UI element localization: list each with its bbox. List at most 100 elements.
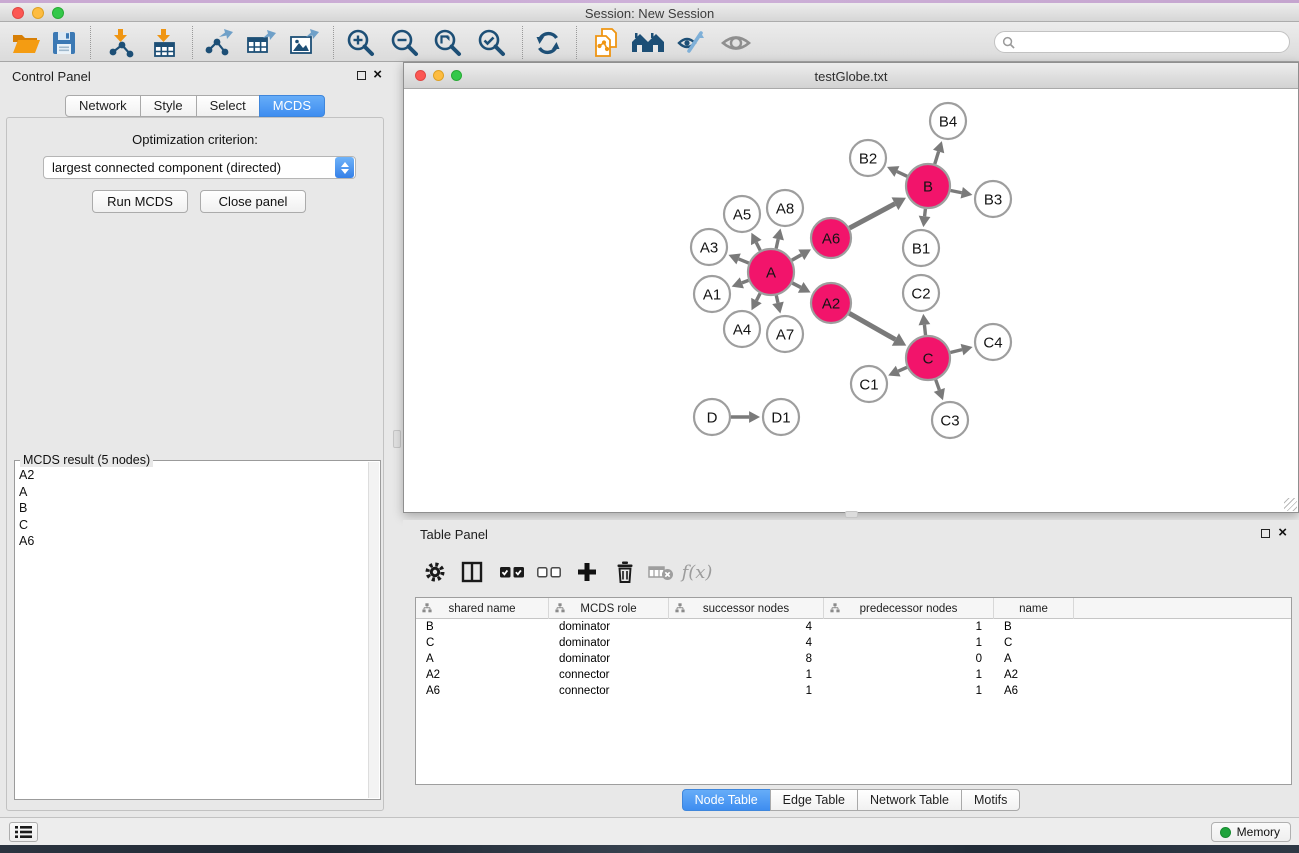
edge-C-C1[interactable] bbox=[898, 367, 907, 371]
result-item[interactable]: C bbox=[19, 517, 367, 534]
edge-A-A8[interactable] bbox=[776, 239, 778, 248]
show-all-panels-icon[interactable] bbox=[630, 27, 666, 59]
search-field[interactable] bbox=[994, 31, 1290, 53]
zoom-selected-icon[interactable] bbox=[474, 27, 510, 59]
select-all-checkboxes-icon[interactable] bbox=[496, 556, 528, 588]
edge-A-A2[interactable] bbox=[792, 283, 800, 287]
run-mcds-button[interactable]: Run MCDS bbox=[92, 190, 188, 213]
save-session-icon[interactable] bbox=[46, 27, 82, 59]
edge-C-C3[interactable] bbox=[936, 380, 940, 390]
cell-MCDS-role: dominator bbox=[549, 619, 669, 635]
edge-A2-C[interactable] bbox=[849, 313, 895, 339]
table-settings-gear-icon[interactable] bbox=[419, 556, 451, 588]
network-canvas[interactable]: B4B2BB3A5A8A6A3B1AA1C2A2A4A7C4CC1C3DD1 bbox=[404, 89, 1298, 512]
edge-A-A3[interactable] bbox=[739, 259, 749, 263]
edge-A-A4[interactable] bbox=[756, 293, 760, 300]
import-table-icon[interactable] bbox=[146, 27, 182, 59]
network-view-window: testGlobe.txt B4B2BB3A5A8A6A3B1AA1C2A2A4… bbox=[403, 62, 1299, 513]
memory-button[interactable]: Memory bbox=[1211, 822, 1291, 842]
edge-A-A1[interactable] bbox=[742, 280, 749, 282]
node-label-A1: A1 bbox=[703, 286, 721, 303]
table-row[interactable]: Adominator80A bbox=[416, 651, 1291, 667]
table-row[interactable]: A6connector11A6 bbox=[416, 683, 1291, 699]
column-header-name[interactable]: name bbox=[994, 598, 1074, 619]
tab-mcds[interactable]: MCDS bbox=[259, 95, 325, 117]
edge-C-C2[interactable] bbox=[924, 325, 925, 335]
result-item[interactable]: B bbox=[19, 500, 367, 517]
horizontal-splitter-grip[interactable] bbox=[845, 511, 858, 518]
edge-B-B3[interactable] bbox=[951, 191, 962, 193]
table-panel: Table Panel × bbox=[403, 520, 1299, 815]
result-item[interactable]: A2 bbox=[19, 467, 367, 484]
control-panel-tabs: NetworkStyleSelectMCDS bbox=[65, 95, 325, 117]
result-item[interactable]: A6 bbox=[19, 533, 367, 550]
cell-predecessor-nodes: 1 bbox=[824, 619, 994, 635]
criterion-dropdown-value: largest connected component (directed) bbox=[44, 160, 335, 175]
export-network-icon[interactable] bbox=[201, 27, 237, 59]
node-label-A2: A2 bbox=[822, 295, 840, 312]
tab-style[interactable]: Style bbox=[140, 95, 197, 117]
duplicate-network-icon[interactable] bbox=[588, 27, 624, 59]
mcds-result-list[interactable]: A2ABCA6 bbox=[19, 467, 367, 797]
open-session-icon[interactable] bbox=[8, 27, 44, 59]
edge-B-B2[interactable] bbox=[897, 171, 907, 176]
vertical-splitter-grip[interactable] bbox=[393, 430, 401, 448]
criterion-dropdown[interactable]: largest connected component (directed) bbox=[43, 156, 356, 179]
zoom-in-icon[interactable] bbox=[343, 27, 379, 59]
table-row[interactable]: Bdominator41B bbox=[416, 619, 1291, 635]
resize-grip-icon[interactable] bbox=[1284, 498, 1297, 511]
close-table-panel-icon[interactable]: × bbox=[1278, 524, 1287, 542]
apply-layout-icon[interactable] bbox=[530, 27, 566, 59]
edge-A6-B[interactable] bbox=[850, 204, 895, 228]
table-row[interactable]: A2connector11A2 bbox=[416, 667, 1291, 683]
result-item[interactable]: A bbox=[19, 484, 367, 501]
table-row[interactable]: Cdominator41C bbox=[416, 635, 1291, 651]
deselect-all-checkboxes-icon[interactable] bbox=[533, 556, 565, 588]
tab-node-table[interactable]: Node Table bbox=[682, 789, 771, 811]
float-panel-icon[interactable] bbox=[357, 71, 366, 80]
application-window: Session: New Session bbox=[0, 0, 1299, 853]
result-scrollbar[interactable] bbox=[368, 462, 379, 798]
cell-shared-name: C bbox=[416, 635, 549, 651]
node-label-A4: A4 bbox=[733, 321, 751, 338]
close-panel-button[interactable]: Close panel bbox=[200, 190, 306, 213]
edge-A-A5[interactable] bbox=[756, 243, 760, 251]
edge-B-B4[interactable] bbox=[935, 151, 939, 164]
tab-motifs[interactable]: Motifs bbox=[961, 789, 1020, 811]
export-image-icon[interactable] bbox=[286, 27, 322, 59]
arrowhead-icon bbox=[961, 344, 973, 355]
add-column-plus-icon[interactable] bbox=[571, 556, 603, 588]
titlebar[interactable]: Session: New Session bbox=[0, 3, 1299, 22]
cell-name: C bbox=[994, 635, 1074, 651]
split-view-columns-icon[interactable] bbox=[456, 556, 488, 588]
toggle-view-eye-icon[interactable] bbox=[718, 27, 754, 59]
column-header-shared-name[interactable]: shared name bbox=[416, 598, 549, 619]
node-table[interactable]: shared name MCDS role successor nodes pr… bbox=[415, 597, 1292, 785]
cell-MCDS-role: connector bbox=[549, 683, 669, 699]
zoom-out-icon[interactable] bbox=[387, 27, 423, 59]
close-panel-icon[interactable]: × bbox=[373, 66, 382, 84]
tab-network-table[interactable]: Network Table bbox=[857, 789, 962, 811]
export-table-icon[interactable] bbox=[243, 27, 279, 59]
task-history-button[interactable] bbox=[9, 822, 38, 842]
column-header-successor-nodes[interactable]: successor nodes bbox=[669, 598, 824, 619]
edge-A-A6[interactable] bbox=[792, 255, 801, 260]
tab-edge-table[interactable]: Edge Table bbox=[770, 789, 858, 811]
zoom-fit-icon[interactable] bbox=[430, 27, 466, 59]
float-table-panel-icon[interactable] bbox=[1261, 529, 1270, 538]
node-label-A3: A3 bbox=[700, 239, 718, 256]
edge-A-A7[interactable] bbox=[776, 295, 778, 302]
column-header-predecessor-nodes[interactable]: predecessor nodes bbox=[824, 598, 994, 619]
edge-B-B1[interactable] bbox=[925, 209, 926, 216]
search-input[interactable] bbox=[1019, 35, 1289, 49]
hide-panels-eye-slash-icon[interactable] bbox=[673, 27, 709, 59]
delete-column-trash-icon[interactable] bbox=[609, 556, 641, 588]
import-network-icon[interactable] bbox=[103, 27, 139, 59]
network-graph[interactable]: B4B2BB3A5A8A6A3B1AA1C2A2A4A7C4CC1C3DD1 bbox=[404, 89, 1298, 513]
column-header-MCDS-role[interactable]: MCDS role bbox=[549, 598, 669, 619]
tab-select[interactable]: Select bbox=[196, 95, 260, 117]
tab-network[interactable]: Network bbox=[65, 95, 141, 117]
network-window-titlebar[interactable]: testGlobe.txt bbox=[404, 63, 1298, 89]
edge-C-C4[interactable] bbox=[950, 350, 962, 353]
delete-table-icon[interactable] bbox=[645, 556, 677, 588]
